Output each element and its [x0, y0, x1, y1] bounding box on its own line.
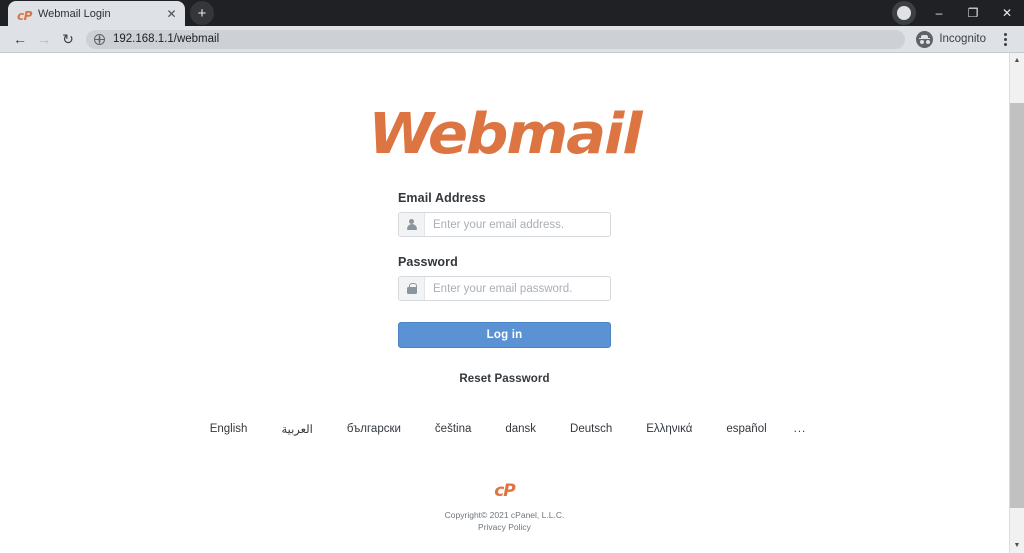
reset-password-link[interactable]: Reset Password: [459, 373, 549, 385]
email-input-group[interactable]: [398, 212, 611, 237]
webmail-logo: Webmail: [368, 102, 642, 167]
language-option-spanish[interactable]: español: [709, 423, 783, 435]
language-option-arabic[interactable]: العربية: [264, 422, 329, 436]
spy-glyph: [919, 34, 931, 44]
page-scrollbar[interactable]: ▲ ▼: [1009, 53, 1024, 553]
scroll-up-icon[interactable]: ▲: [1010, 53, 1024, 68]
globe-icon: [94, 33, 105, 45]
cpanel-logo-icon: cP: [494, 481, 516, 501]
maximize-button[interactable]: ❐: [956, 0, 990, 26]
user-icon: [399, 213, 425, 236]
login-button[interactable]: Log in: [398, 322, 611, 348]
browser-tab-webmail-login[interactable]: cP Webmail Login ✕: [8, 1, 185, 26]
lock-icon: [399, 277, 425, 300]
incognito-label: Incognito: [939, 33, 986, 45]
copyright-text: Copyright© 2021 cPanel, L.L.C.: [444, 510, 565, 520]
language-option-german[interactable]: Deutsch: [553, 423, 629, 435]
email-input[interactable]: [425, 213, 610, 236]
privacy-policy-link[interactable]: Privacy Policy: [478, 521, 531, 533]
incognito-indicator[interactable]: Incognito: [913, 29, 994, 49]
scrollbar-track[interactable]: [1009, 68, 1024, 538]
favicon-text: cP: [17, 8, 32, 23]
page-viewport: Webmail Email Address Password: [0, 53, 1024, 553]
scrollbar-thumb[interactable]: [1009, 103, 1024, 508]
chrome-menu-icon[interactable]: [994, 32, 1016, 46]
tab-title: Webmail Login: [38, 7, 111, 20]
language-option-czech[interactable]: čeština: [418, 423, 488, 435]
password-input[interactable]: [425, 277, 610, 300]
back-icon[interactable]: ←: [8, 27, 32, 51]
tab-strip: cP Webmail Login ✕ + – ❐ ✕: [0, 0, 1024, 26]
browser-toolbar: ← → ↻ 192.168.1.1/webmail Incognito: [0, 26, 1024, 53]
avatar-icon: [897, 6, 911, 20]
login-form: Email Address Password Log in: [398, 191, 611, 348]
language-option-danish[interactable]: dansk: [488, 423, 553, 435]
password-label: Password: [398, 255, 458, 269]
cpanel-favicon-icon: cP: [17, 7, 32, 23]
window-controls: – ❐ ✕: [922, 0, 1024, 26]
incognito-icon: [916, 30, 934, 48]
minimize-button[interactable]: –: [922, 0, 956, 26]
reload-icon[interactable]: ↻: [56, 27, 80, 51]
close-tab-icon[interactable]: ✕: [164, 6, 179, 21]
email-label: Email Address: [398, 191, 486, 205]
scroll-down-icon[interactable]: ▼: [1010, 538, 1024, 553]
new-tab-button[interactable]: +: [190, 1, 214, 25]
language-option-greek[interactable]: Ελληνικά: [629, 423, 709, 435]
browser-window: cP Webmail Login ✕ + – ❐ ✕ ← → ↻ 192.168…: [0, 0, 1024, 553]
language-option-english[interactable]: English: [193, 423, 265, 435]
forward-icon[interactable]: →: [32, 27, 56, 51]
profile-avatar[interactable]: [892, 1, 916, 25]
page-footer: cP Copyright© 2021 cPanel, L.L.C. Privac…: [445, 483, 565, 534]
language-option-bulgarian[interactable]: български: [330, 423, 418, 435]
language-selector: English العربية български čeština dansk …: [193, 422, 817, 436]
close-window-button[interactable]: ✕: [990, 0, 1024, 26]
address-bar-url: 192.168.1.1/webmail: [113, 33, 220, 45]
password-input-group[interactable]: [398, 276, 611, 301]
address-bar[interactable]: 192.168.1.1/webmail: [86, 29, 906, 49]
more-languages-button[interactable]: ...: [784, 423, 817, 435]
webmail-login-page: Webmail Email Address Password: [0, 53, 1009, 553]
